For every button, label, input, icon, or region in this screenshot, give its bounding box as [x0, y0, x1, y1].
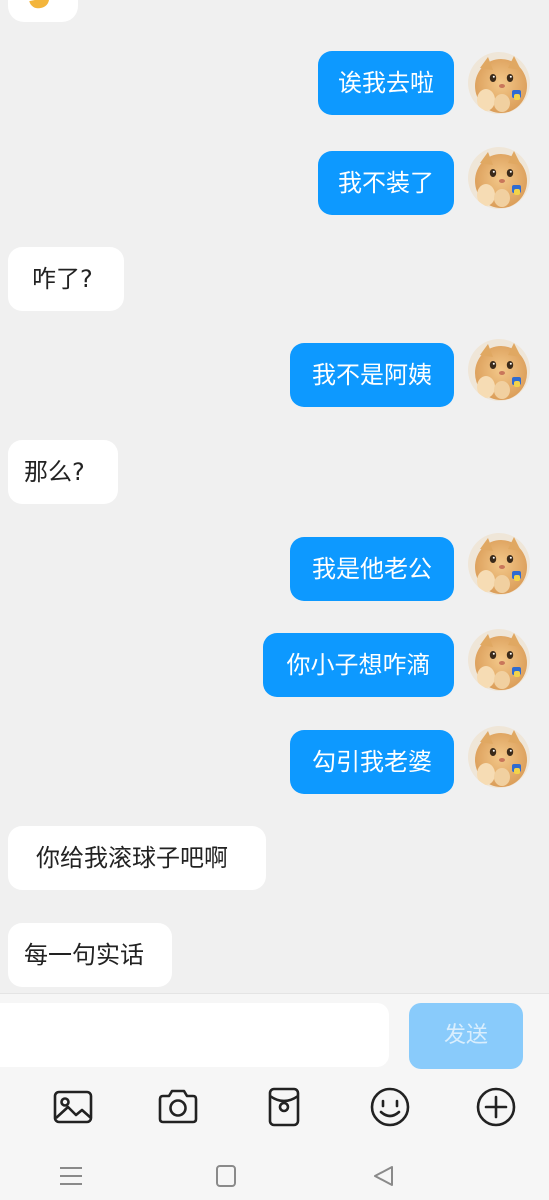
user-avatar[interactable]	[468, 533, 530, 595]
send-button[interactable]: 发送	[409, 1003, 523, 1069]
incoming-message-bubble[interactable]: 咋了?	[8, 247, 124, 311]
message-row: 你给我滚球子吧啊	[0, 826, 549, 890]
plus-icon[interactable]	[474, 1085, 518, 1129]
message-input-bar: 发送	[0, 993, 549, 1072]
home-icon[interactable]	[211, 1162, 241, 1190]
camera-icon[interactable]	[156, 1085, 200, 1129]
outgoing-message-bubble[interactable]: 你小子想咋滴	[263, 633, 454, 697]
chat-area[interactable]: 诶我去啦 我不装了 咋了? 我不是阿姨 那么? 我是他老公 你小子想咋滴 勾引我…	[0, 0, 549, 993]
message-input[interactable]	[0, 1003, 389, 1067]
outgoing-message-bubble[interactable]: 我不是阿姨	[290, 343, 454, 407]
message-row: 我不装了	[0, 147, 549, 215]
incoming-message-bubble[interactable]: 那么?	[8, 440, 118, 504]
system-navigation-bar	[0, 1150, 549, 1200]
partial-sticker-bubble	[8, 0, 78, 22]
attachment-toolbar	[0, 1071, 549, 1150]
message-row: 诶我去啦	[0, 51, 549, 115]
message-row: 每一句实话	[0, 923, 549, 987]
user-avatar[interactable]	[468, 147, 530, 209]
outgoing-message-bubble[interactable]: 勾引我老婆	[290, 730, 454, 794]
outgoing-message-bubble[interactable]: 我是他老公	[290, 537, 454, 601]
message-row: 勾引我老婆	[0, 726, 549, 794]
message-row: 那么?	[0, 440, 549, 504]
message-row: 我是他老公	[0, 533, 549, 601]
user-avatar[interactable]	[468, 726, 530, 788]
back-icon[interactable]	[368, 1162, 398, 1190]
incoming-message-bubble[interactable]: 每一句实话	[8, 923, 172, 987]
red-packet-icon[interactable]	[262, 1085, 306, 1129]
message-row: 你小子想咋滴	[0, 629, 549, 697]
message-row: 我不是阿姨	[0, 339, 549, 407]
user-avatar[interactable]	[468, 52, 530, 114]
outgoing-message-bubble[interactable]: 我不装了	[318, 151, 454, 215]
emoji-icon[interactable]	[368, 1085, 412, 1129]
incoming-message-bubble[interactable]: 你给我滚球子吧啊	[8, 826, 266, 890]
message-row: 咋了?	[0, 247, 549, 311]
outgoing-message-bubble[interactable]: 诶我去啦	[318, 51, 454, 115]
user-avatar[interactable]	[468, 339, 530, 401]
user-avatar[interactable]	[468, 629, 530, 691]
image-icon[interactable]	[51, 1085, 95, 1129]
menu-icon[interactable]	[56, 1162, 86, 1190]
sticker-fragment	[29, 0, 51, 10]
